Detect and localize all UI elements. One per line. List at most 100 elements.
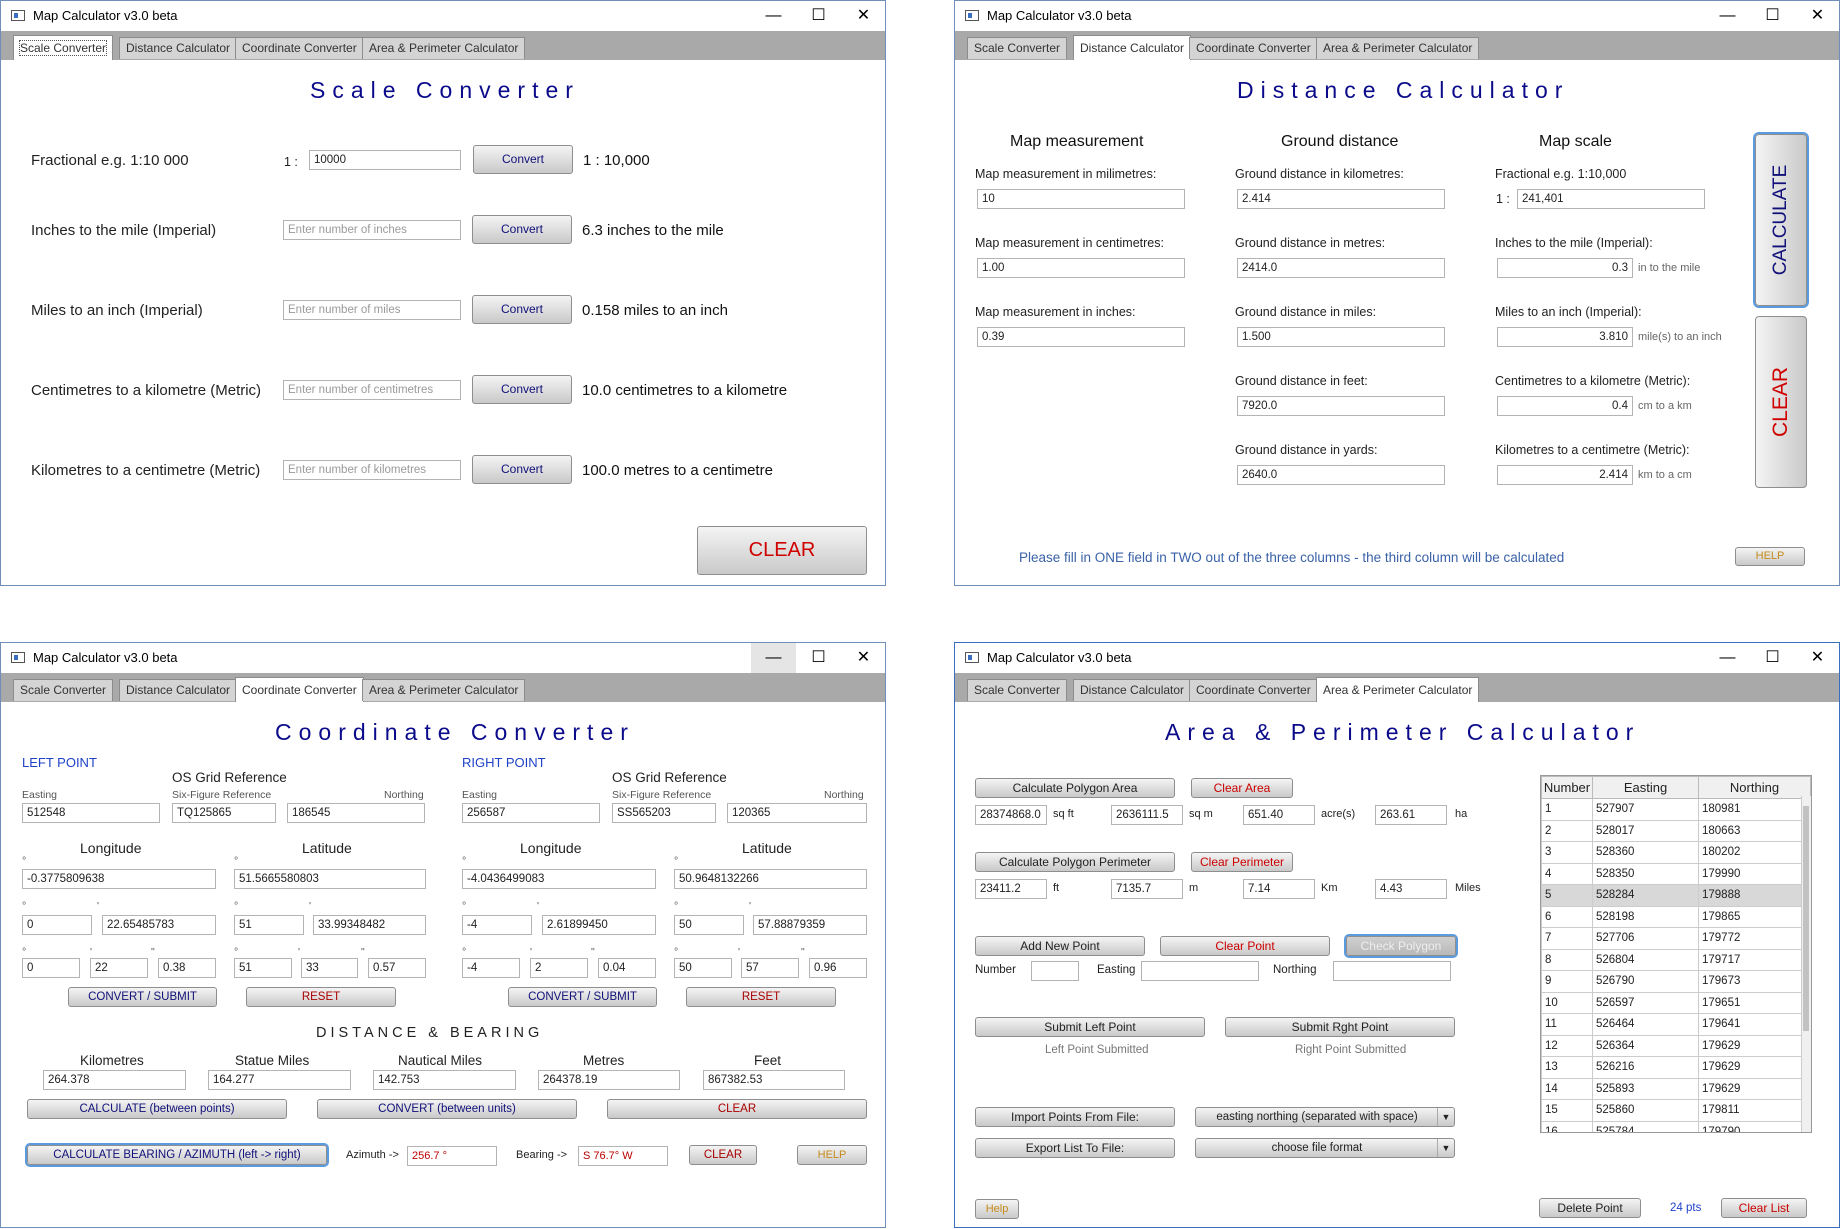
left-lon-d-input[interactable] [22, 958, 80, 978]
table-row[interactable]: 13 526216 179629 [1541, 1056, 1811, 1079]
ground-m-input[interactable] [1237, 258, 1445, 278]
delete-point-button[interactable]: Delete Point [1539, 1198, 1641, 1218]
right-easting-input[interactable] [462, 803, 600, 823]
tab-distance-calculator[interactable]: Distance Calculator [119, 679, 238, 701]
help-button[interactable]: HELP [1735, 547, 1805, 566]
maximize-icon[interactable]: ☐ [796, 643, 841, 673]
help-button[interactable]: Help [975, 1199, 1019, 1219]
right-lat-deg-input[interactable] [674, 915, 744, 935]
ground-feet-input[interactable] [1237, 396, 1445, 416]
table-row[interactable]: 6 528198 179865 [1541, 905, 1811, 928]
submit-right-point-button[interactable]: Submit Rght Point [1225, 1017, 1455, 1037]
perim-km-output[interactable] [1243, 879, 1315, 899]
left-lon-min-input[interactable] [102, 915, 216, 935]
tab-distance-calculator[interactable]: Distance Calculator [1073, 35, 1192, 60]
number-column-header[interactable]: Number [1541, 776, 1593, 799]
tab-area-perimeter[interactable]: Area & Perimeter Calculator [362, 37, 526, 59]
left-reset-button[interactable]: RESET [246, 987, 396, 1007]
table-row[interactable]: 1 527907 180981 [1541, 798, 1811, 821]
right-lon-s-input[interactable] [598, 958, 656, 978]
scale-inches-input[interactable] [1497, 258, 1633, 278]
help-button[interactable]: HELP [797, 1145, 867, 1165]
right-lon-m-input[interactable] [530, 958, 588, 978]
left-lat-decimal-input[interactable] [234, 869, 426, 889]
table-row[interactable]: 10 526597 179651 [1541, 991, 1811, 1014]
right-lat-d-input[interactable] [674, 958, 732, 978]
perim-m-output[interactable] [1111, 879, 1183, 899]
tab-coordinate-converter[interactable]: Coordinate Converter [1189, 679, 1318, 701]
northing-column-header[interactable]: Northing [1698, 776, 1811, 799]
azimuth-output[interactable] [407, 1146, 497, 1166]
right-lon-d-input[interactable] [462, 958, 520, 978]
calculate-between-points-button[interactable]: CALCULATE (between points) [27, 1099, 287, 1119]
northing-input[interactable] [1333, 961, 1451, 981]
close-icon[interactable]: ✕ [1795, 643, 1839, 673]
scale-cm-input[interactable] [1497, 396, 1633, 416]
calculate-perimeter-button[interactable]: Calculate Polygon Perimeter [975, 852, 1175, 872]
right-lon-min-input[interactable] [542, 915, 656, 935]
left-lat-d-input[interactable] [234, 958, 292, 978]
right-lon-deg-input[interactable] [462, 915, 532, 935]
minimize-icon[interactable]: — [751, 1, 796, 31]
tab-scale-converter[interactable]: Scale Converter [967, 679, 1068, 701]
check-polygon-button[interactable]: Check Polygon [1346, 936, 1456, 956]
close-icon[interactable]: ✕ [841, 643, 885, 673]
left-lon-s-input[interactable] [158, 958, 216, 978]
convert-miles-button[interactable]: Convert [472, 295, 572, 324]
left-lat-min-input[interactable] [313, 915, 426, 935]
clear-perimeter-button[interactable]: Clear Perimeter [1191, 852, 1293, 872]
perim-miles-output[interactable] [1375, 879, 1447, 899]
left-convert-submit-button[interactable]: CONVERT / SUBMIT [68, 987, 217, 1007]
tab-area-perimeter[interactable]: Area & Perimeter Calculator [1316, 37, 1480, 59]
table-scrollbar[interactable] [1801, 796, 1811, 1132]
export-format-select[interactable]: choose file format ▼ [1195, 1138, 1455, 1158]
table-row[interactable]: 8 526804 179717 [1541, 948, 1811, 971]
table-row[interactable]: 12 526364 179629 [1541, 1034, 1811, 1057]
ground-miles-input[interactable] [1237, 327, 1445, 347]
calculate-area-button[interactable]: Calculate Polygon Area [975, 778, 1175, 798]
right-lat-decimal-input[interactable] [674, 869, 867, 889]
right-reset-button[interactable]: RESET [686, 987, 836, 1007]
right-lat-min-input[interactable] [753, 915, 867, 935]
cm-input[interactable] [977, 258, 1185, 278]
import-points-button[interactable]: Import Points From File: [975, 1107, 1175, 1127]
tab-coordinate-converter[interactable]: Coordinate Converter [235, 37, 364, 59]
calculate-button[interactable]: CALCULATE [1755, 134, 1807, 306]
scale-fractional-input[interactable] [1517, 189, 1705, 209]
nautical-miles-input[interactable] [373, 1070, 516, 1090]
convert-inches-button[interactable]: Convert [472, 215, 572, 244]
clear-distance-button[interactable]: CLEAR [607, 1099, 867, 1119]
tab-area-perimeter[interactable]: Area & Perimeter Calculator [362, 679, 526, 701]
feet-input[interactable] [703, 1070, 845, 1090]
left-lon-deg-input[interactable] [22, 915, 92, 935]
export-list-button[interactable]: Export List To File: [975, 1138, 1175, 1158]
ground-yards-input[interactable] [1237, 465, 1445, 485]
scrollbar-thumb[interactable] [1803, 806, 1809, 1031]
left-sixfig-input[interactable] [172, 803, 276, 823]
import-format-select[interactable]: easting northing (separated with space) ▼ [1195, 1107, 1455, 1127]
tab-distance-calculator[interactable]: Distance Calculator [1073, 679, 1192, 701]
clear-area-button[interactable]: Clear Area [1191, 778, 1293, 798]
right-sixfig-input[interactable] [612, 803, 716, 823]
left-lon-decimal-input[interactable] [22, 869, 216, 889]
number-input[interactable] [1031, 961, 1079, 981]
clear-bearing-button[interactable]: CLEAR [689, 1145, 757, 1165]
tab-area-perimeter[interactable]: Area & Perimeter Calculator [1316, 677, 1480, 702]
left-lat-m-input[interactable] [301, 958, 358, 978]
tab-scale-converter[interactable]: Scale Converter [13, 35, 114, 60]
tab-scale-converter[interactable]: Scale Converter [967, 37, 1068, 59]
ground-km-input[interactable] [1237, 189, 1445, 209]
left-lat-deg-input[interactable] [234, 915, 304, 935]
tab-coordinate-converter[interactable]: Coordinate Converter [235, 677, 364, 702]
maximize-icon[interactable]: ☐ [1750, 1, 1795, 31]
inches-input[interactable] [977, 327, 1185, 347]
table-row[interactable]: 9 526790 179673 [1541, 970, 1811, 993]
convert-fractional-button[interactable]: Convert [473, 145, 573, 174]
metres-input[interactable] [538, 1070, 680, 1090]
table-row[interactable]: 3 528360 180202 [1541, 841, 1811, 864]
convert-between-units-button[interactable]: CONVERT (between units) [317, 1099, 577, 1119]
convert-kilometres-button[interactable]: Convert [472, 455, 572, 484]
left-lat-s-input[interactable] [368, 958, 426, 978]
right-northing-input[interactable] [727, 803, 867, 823]
calculate-bearing-button[interactable]: CALCULATE BEARING / AZIMUTH (left -> rig… [27, 1145, 327, 1165]
